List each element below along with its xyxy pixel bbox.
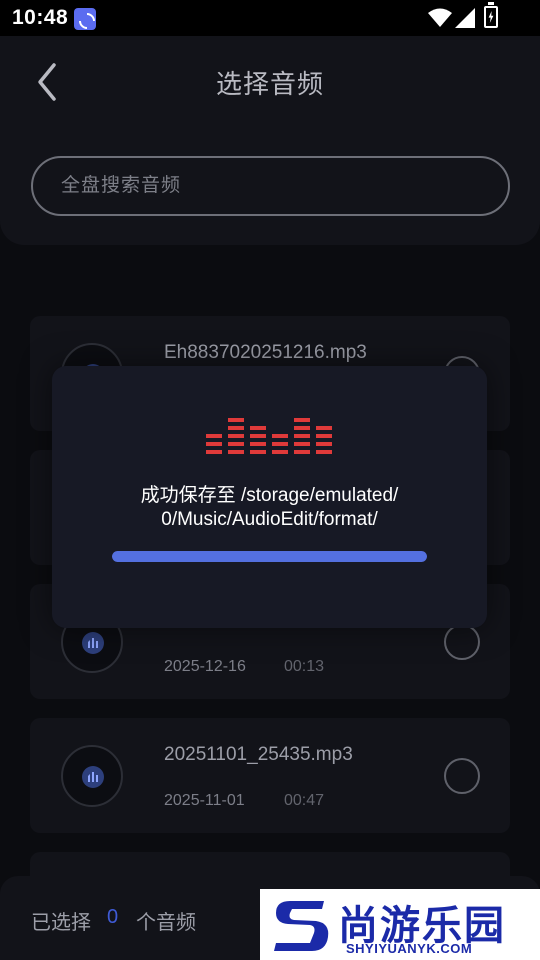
equalizer-icon xyxy=(206,418,332,454)
select-radio[interactable] xyxy=(444,758,480,794)
audio-list-item[interactable]: 20251101_25435.mp3 2025-11-01 00:47 xyxy=(30,718,510,833)
audio-file-duration: 00:13 xyxy=(284,658,325,675)
watermark: 尚游乐园 SHYIYUANYK.COM xyxy=(260,889,540,960)
watermark-logo-icon xyxy=(274,901,329,951)
dialog-message: 成功保存至 /storage/emulated/ 0/Music/AudioEd… xyxy=(72,484,467,532)
cell-signal-icon xyxy=(455,8,475,28)
selected-label: 已选择 xyxy=(31,912,91,934)
pinwheel-app-icon xyxy=(74,8,96,30)
save-progress-fill xyxy=(112,551,427,562)
audio-disc-icon xyxy=(61,745,123,807)
watermark-site: SHYIYUANYK.COM xyxy=(346,941,473,956)
audio-file-name: Eh8837020251216.mp3 xyxy=(164,342,367,363)
status-bar: 10:48 xyxy=(0,0,540,36)
save-success-dialog: 成功保存至 /storage/emulated/ 0/Music/AudioEd… xyxy=(52,366,487,628)
audio-file-date: 2025-11-01 xyxy=(164,792,245,809)
audio-file-duration: 00:47 xyxy=(284,792,325,809)
page-title: 选择音频 xyxy=(215,69,324,99)
search-box[interactable] xyxy=(31,156,510,216)
dialog-message-line2: 0/Music/AudioEdit/format/ xyxy=(161,509,378,530)
dialog-message-line1: 成功保存至 /storage/emulated/ xyxy=(140,485,399,506)
search-input[interactable] xyxy=(61,158,481,214)
selected-count: 0 xyxy=(107,906,119,928)
status-time: 10:48 xyxy=(12,6,69,29)
selected-unit: 个音频 xyxy=(136,912,196,934)
wifi-icon xyxy=(428,8,452,27)
battery-charging-icon xyxy=(484,2,498,28)
audio-file-name: 20251101_25435.mp3 xyxy=(164,744,353,765)
save-progress-bar xyxy=(112,551,427,562)
select-radio[interactable] xyxy=(444,624,480,660)
audio-file-date: 2025-12-16 xyxy=(164,658,246,675)
